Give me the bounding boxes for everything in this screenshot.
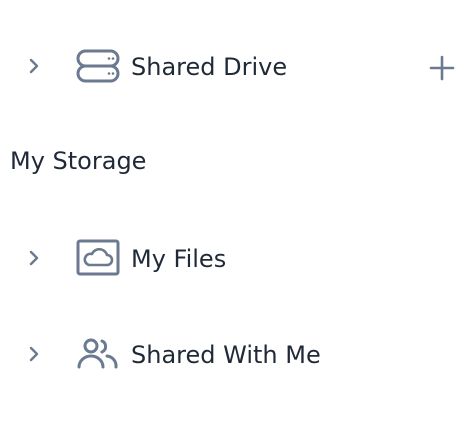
- tree-item-shared-with-me[interactable]: Shared With Me: [0, 330, 476, 378]
- drive-stack-icon: [74, 46, 122, 86]
- tree-item-label: Shared With Me: [131, 341, 321, 369]
- tree-item-my-files[interactable]: My Files: [0, 234, 476, 282]
- tree-item-shared-drive[interactable]: Shared Drive: [0, 42, 476, 90]
- plus-icon: [429, 55, 455, 81]
- chevron-right-icon[interactable]: [24, 56, 44, 76]
- tree-item-label: My Files: [131, 245, 227, 273]
- add-shared-drive-button[interactable]: [428, 54, 456, 82]
- chevron-right-icon[interactable]: [24, 344, 44, 364]
- tree-item-label: Shared Drive: [131, 53, 288, 81]
- chevron-right-icon[interactable]: [24, 248, 44, 268]
- section-title-my-storage: My Storage: [10, 147, 147, 175]
- cloud-folder-icon: [74, 238, 122, 278]
- users-icon: [74, 334, 122, 374]
